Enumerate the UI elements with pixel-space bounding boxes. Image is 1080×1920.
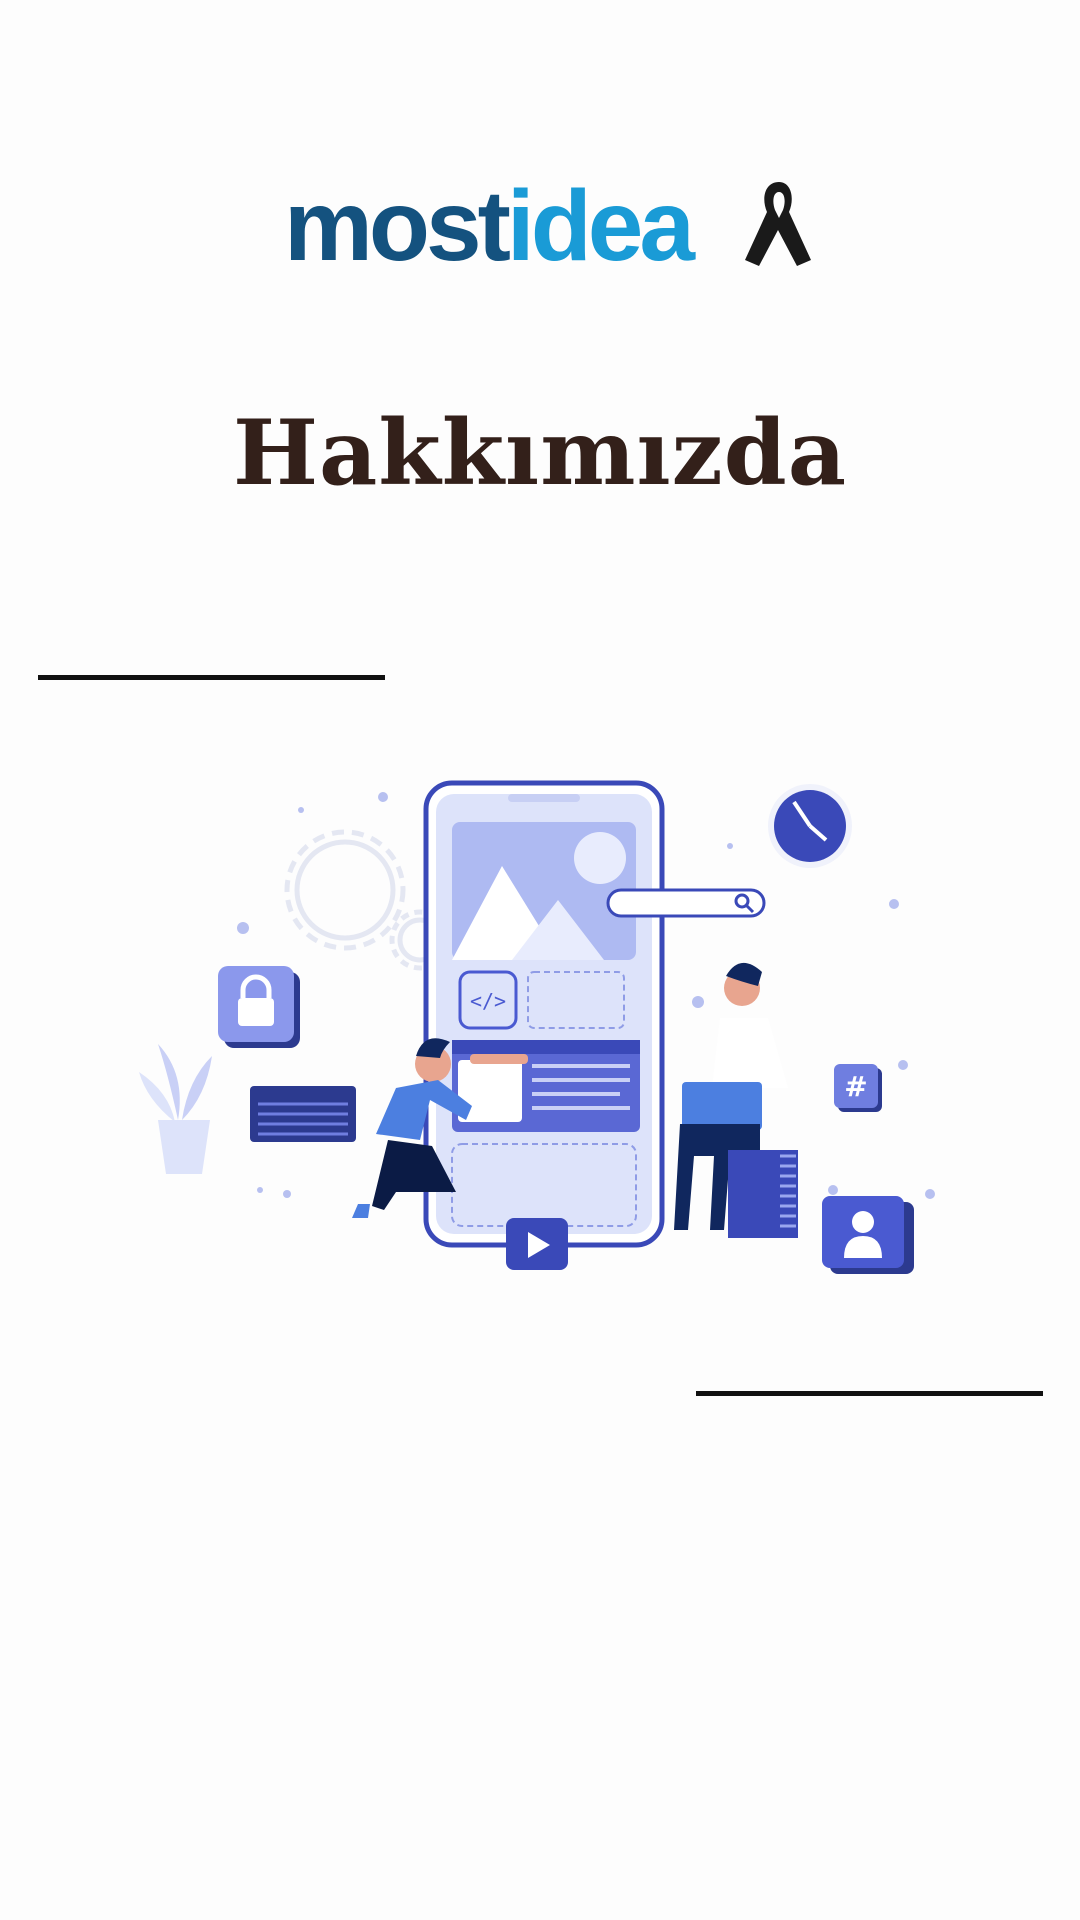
logo-most: most <box>284 170 511 282</box>
mourning-ribbon-icon <box>745 182 811 266</box>
play-icon <box>506 1218 568 1270</box>
hashtag-icon: # <box>834 1064 882 1112</box>
divider-right <box>696 1391 1043 1396</box>
svg-text:#: # <box>844 1070 867 1103</box>
divider-left <box>38 675 385 680</box>
lock-icon <box>218 966 300 1048</box>
code-icon: </> <box>470 989 506 1013</box>
plant-icon <box>139 1044 212 1174</box>
phone-mockup: </> <box>423 780 665 1248</box>
user-icon <box>822 1196 914 1274</box>
search-icon <box>606 888 766 918</box>
hero-illustration: </> # <box>139 780 935 1274</box>
logo-wordmark: mostidea <box>284 176 695 276</box>
logo-idea: idea <box>506 170 695 282</box>
brand-logo[interactable]: mostidea <box>284 176 844 276</box>
page-title: Hakkımızda <box>232 400 848 506</box>
clock-icon <box>768 784 852 868</box>
